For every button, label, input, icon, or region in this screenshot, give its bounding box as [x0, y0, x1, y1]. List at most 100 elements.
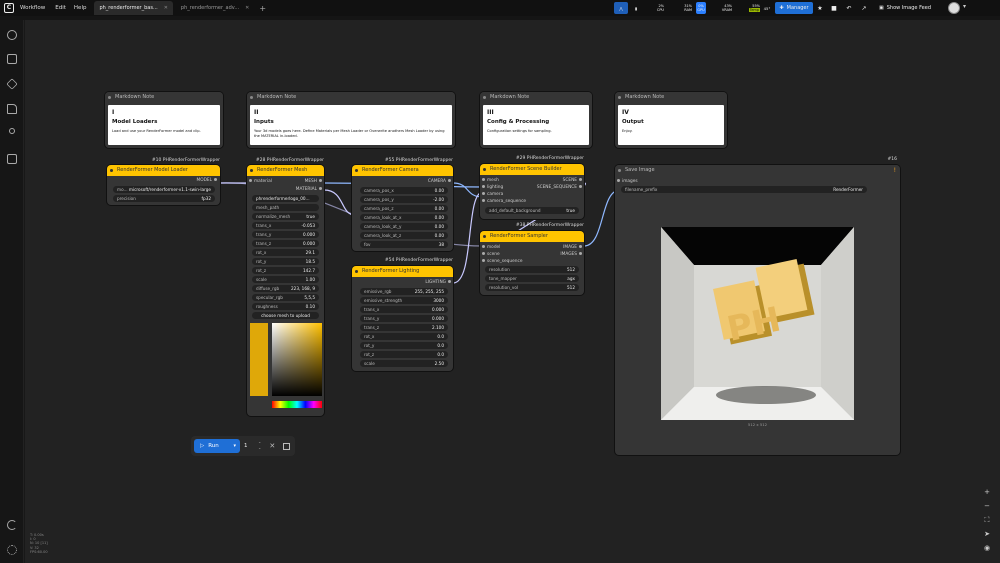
scale-field[interactable]: scale 1.00: [252, 276, 319, 283]
upload-mesh-button[interactable]: choose mesh to upload: [252, 312, 319, 319]
emissive-strength-field[interactable]: emissive_strength 3000: [360, 297, 448, 304]
precision-select[interactable]: precision fp32: [113, 195, 215, 202]
bookmark-button[interactable]: ▮: [631, 2, 641, 14]
run-button[interactable]: ▷ Run ▾: [194, 439, 240, 453]
batch-count-input[interactable]: 1: [244, 439, 258, 453]
more-menu-icon[interactable]: ▾: [963, 3, 966, 10]
roughness-field[interactable]: roughness 0.10: [252, 303, 319, 310]
output-camera[interactable]: CAMERA: [428, 179, 451, 184]
input-mesh[interactable]: mesh: [482, 178, 499, 183]
tone-mapper-field[interactable]: tone_mapper agx: [485, 275, 579, 282]
slot-pin[interactable]: [617, 179, 620, 182]
templates-icon[interactable]: [7, 154, 17, 164]
fov-field[interactable]: fov 38: [360, 241, 448, 248]
slot-pin[interactable]: [482, 192, 485, 195]
markdown-note-3[interactable]: Markdown Note III Config & Processing Co…: [480, 92, 592, 148]
camera-look-at-x-field[interactable]: camera_look_at_x 0.00: [360, 214, 448, 221]
add-tab-button[interactable]: +: [259, 4, 266, 13]
input-images[interactable]: images: [617, 179, 638, 184]
slot-pin[interactable]: [579, 245, 582, 248]
trans-z-field[interactable]: trans_z 0.000: [252, 240, 319, 247]
node-sampler[interactable]: RenderFormer Sampler model scene scene_s…: [480, 231, 584, 295]
input-scene[interactable]: scene: [482, 252, 500, 257]
camera-pos-z-field[interactable]: camera_pos_z 0.00: [360, 205, 448, 212]
output-material[interactable]: MATERIAL: [296, 187, 322, 192]
menu-edit[interactable]: Edit: [55, 5, 66, 11]
fit-view-icon[interactable]: ⛶: [981, 516, 993, 525]
hue-slider[interactable]: [272, 401, 322, 408]
color-picker[interactable]: [272, 323, 322, 396]
settings-icon[interactable]: [7, 545, 17, 555]
slot-pin[interactable]: [579, 252, 582, 255]
node-header[interactable]: RenderFormer Lighting: [352, 266, 453, 277]
node-header[interactable]: RenderFormer Model Loader: [107, 165, 220, 176]
trans-x-field[interactable]: trans_x 0.000: [360, 306, 448, 313]
output-scene[interactable]: SCENE: [563, 178, 582, 183]
collapse-dot[interactable]: [618, 96, 621, 99]
node-header[interactable]: RenderFormer Scene Builder: [480, 164, 584, 175]
collapse-dot[interactable]: [250, 169, 253, 172]
history-icon[interactable]: [7, 30, 17, 40]
node-lighting[interactable]: RenderFormer Lighting LIGHTING emissive_…: [352, 266, 453, 371]
specular-rgb-field[interactable]: specular_rgb 5,5,5: [252, 294, 319, 301]
nodes-icon[interactable]: [9, 128, 15, 134]
batch-stepper-icon[interactable]: ⌃ ⌄: [258, 442, 261, 450]
camera-pos-y-field[interactable]: camera_pos_y -2.00: [360, 196, 448, 203]
workflows-icon[interactable]: [7, 104, 17, 114]
camera-pos-x-field[interactable]: camera_pos_x 0.00: [360, 187, 448, 194]
run-options-chevron-icon[interactable]: ▾: [233, 443, 236, 449]
slot-pin[interactable]: [482, 245, 485, 248]
output-scene-sequence[interactable]: SCENE_SEQUENCE: [537, 185, 582, 190]
node-header[interactable]: RenderFormer Sampler: [480, 231, 584, 242]
rot-y-field[interactable]: rot_y 0.0: [360, 342, 448, 349]
queue-icon[interactable]: [7, 54, 17, 64]
output-image-preview[interactable]: PH: [661, 227, 854, 420]
output-lighting[interactable]: LIGHTING: [425, 280, 451, 285]
default-background-toggle[interactable]: add_default_background true: [485, 207, 579, 214]
markdown-note-1[interactable]: Markdown Note I Model Loaders Load and u…: [105, 92, 223, 148]
collapse-dot[interactable]: [483, 235, 486, 238]
workflow-tab-active[interactable]: ph_renderformer_bas... ✕: [94, 1, 173, 15]
collapse-dot[interactable]: [108, 96, 111, 99]
app-logo[interactable]: C: [4, 3, 14, 13]
collapse-dot[interactable]: [355, 270, 358, 273]
note-header[interactable]: Markdown Note: [480, 92, 592, 103]
node-header[interactable]: RenderFormer Camera: [352, 165, 453, 176]
trans-y-field[interactable]: trans_y 0.000: [252, 231, 319, 238]
note-header[interactable]: Markdown Note: [105, 92, 223, 103]
theme-icon[interactable]: [7, 520, 17, 530]
slot-pin[interactable]: [249, 179, 252, 182]
slot-pin[interactable]: [319, 179, 322, 182]
rot-y-field[interactable]: rot_y 18.5: [252, 258, 319, 265]
manager-button[interactable]: ✚ Manager: [775, 2, 813, 14]
rot-z-field[interactable]: rot_z 0.0: [360, 351, 448, 358]
avatar[interactable]: [948, 2, 960, 14]
node-header[interactable]: Save Image: [615, 165, 900, 176]
emissive-rgb-field[interactable]: emissive_rgb 255, 255, 255: [360, 288, 448, 295]
resolution-vol-field[interactable]: resolution_vol 512: [485, 284, 579, 291]
rot-x-field[interactable]: rot_x 0.0: [360, 333, 448, 340]
slot-pin[interactable]: [482, 199, 485, 202]
collapse-dot[interactable]: [110, 169, 113, 172]
input-model[interactable]: model: [482, 245, 500, 250]
slot-pin[interactable]: [482, 178, 485, 181]
scale-field[interactable]: scale 2.50: [360, 360, 448, 367]
queue-square-icon[interactable]: [283, 442, 291, 450]
rot-z-field[interactable]: rot_z 142.7: [252, 267, 319, 274]
model-select[interactable]: mo... microsoft/renderformer-v1.1-swin-la…: [113, 186, 215, 193]
note-header[interactable]: Markdown Note: [247, 92, 455, 103]
select-mode-icon[interactable]: ➤: [981, 530, 993, 538]
trans-z-field[interactable]: trans_z 2.100: [360, 324, 448, 331]
note-header[interactable]: Markdown Note: [615, 92, 727, 103]
input-lighting[interactable]: lighting: [482, 185, 503, 190]
zoom-out-icon[interactable]: −: [981, 502, 993, 510]
undo-icon[interactable]: ↶: [845, 2, 853, 14]
mesh-path-field[interactable]: mesh_path: [252, 204, 319, 211]
input-camera[interactable]: camera: [482, 192, 503, 197]
trans-x-field[interactable]: trans_x -0.053: [252, 222, 319, 229]
collapse-dot[interactable]: [483, 96, 486, 99]
output-model[interactable]: MODEL: [196, 178, 217, 183]
collapse-dot[interactable]: [618, 169, 621, 172]
input-material[interactable]: material: [249, 179, 272, 184]
slot-pin[interactable]: [482, 252, 485, 255]
